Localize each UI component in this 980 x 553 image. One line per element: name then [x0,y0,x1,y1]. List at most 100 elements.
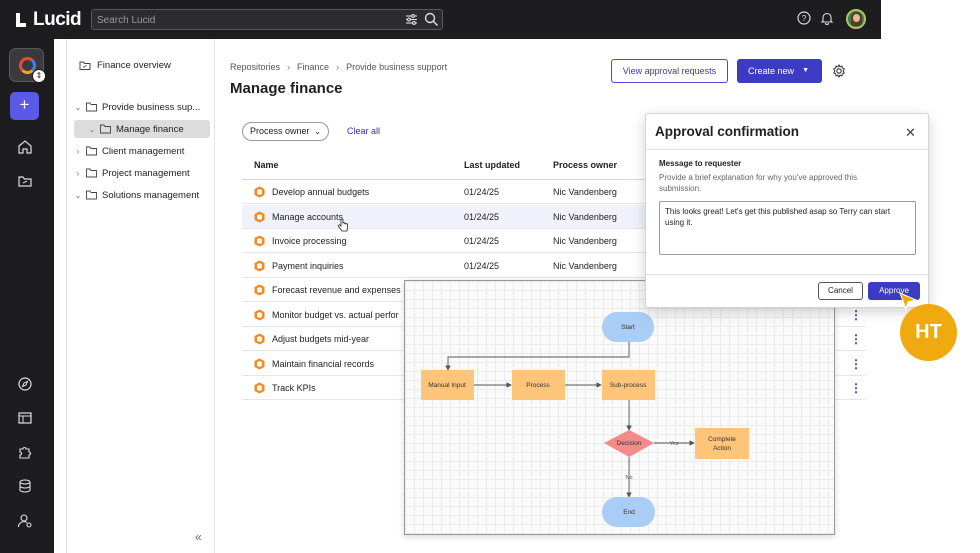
row-process-owner: Nic Vandenberg [553,211,617,222]
folder-icon [100,124,111,134]
process-hexagon-icon [254,235,265,247]
cancel-button[interactable]: Cancel [818,282,863,300]
manual-input-label: Manual Input [428,382,466,389]
puzzle-icon[interactable] [17,444,33,460]
search-bar[interactable] [91,9,443,30]
tree-item-client-management[interactable]: › Client management [67,142,215,160]
row-last-updated: 01/24/25 [464,187,500,197]
chevron-right-icon[interactable]: › [73,147,83,156]
complete-action-label-line1: Complete [708,436,736,443]
hand-cursor-icon [338,219,348,232]
flowchart-preview[interactable]: Start Manual Input Process Sub-process D… [404,280,835,535]
home-icon[interactable] [17,139,33,155]
process-label: Process [526,382,550,389]
compass-icon[interactable] [17,376,33,392]
switch-chevron-icon: ⇕ [32,69,46,83]
column-header-process-owner[interactable]: Process owner [553,160,617,170]
row-name[interactable]: Track KPIs [272,383,316,393]
chevron-down-icon[interactable]: ⌄ [73,191,83,200]
column-header-last-updated[interactable]: Last updated [464,160,520,170]
folder-icon [86,102,97,112]
database-icon[interactable] [17,478,33,494]
row-name[interactable]: Manage accounts [272,212,343,222]
folder-icon [86,168,97,178]
tree-item-label: Project management [102,167,190,179]
folder-icon [86,190,97,200]
complete-action-node[interactable] [695,428,749,459]
message-label: Message to requester [659,159,742,168]
breadcrumb-item[interactable]: Repositories [230,62,280,72]
tree-item-project-management[interactable]: › Project management [67,164,215,182]
create-plus-button[interactable]: + [10,92,39,120]
view-approval-requests-button[interactable]: View approval requests [611,59,728,83]
lucid-logo[interactable]: Lucid [14,9,82,31]
row-name[interactable]: Maintain financial records [272,359,374,369]
clear-all-link[interactable]: Clear all [347,126,380,136]
end-label: End [623,509,635,516]
message-help-text: Provide a brief explanation for why you'… [659,173,858,193]
chevron-down-icon[interactable]: ⌄ [87,125,97,134]
row-process-owner: Nic Vandenberg [553,236,617,246]
sidebar-title: Finance overview [97,59,171,71]
chevron-right-icon[interactable]: › [73,169,83,178]
process-hexagon-icon [254,211,265,222]
user-settings-icon[interactable] [17,513,33,529]
sidebar-header[interactable]: Finance overview [79,59,171,71]
folder-sidebar: Finance overview ⌄ Provide business sup.… [66,39,215,553]
user-avatar[interactable] [846,9,866,29]
complete-action-label-line2: Action [713,445,731,452]
app-switcher-button[interactable]: ⇕ [9,48,46,83]
tree-item-label: Manage finance [116,123,184,135]
row-name[interactable]: Monitor budget vs. actual perfor [272,310,399,320]
more-options-icon[interactable]: ⋮ [850,309,862,321]
row-process-owner: Nic Vandenberg [553,260,617,271]
folder-icon[interactable] [17,173,33,189]
sub-process-label: Sub-process [610,382,647,389]
more-options-icon[interactable]: ⋮ [850,382,862,394]
process-owner-filter[interactable]: Process owner ⌄ [242,122,329,141]
gear-icon[interactable] [832,64,846,78]
tree-item-provide-business-support[interactable]: ⌄ Provide business sup... [67,98,215,116]
row-name[interactable]: Payment inquiries [272,261,344,271]
collaborator-avatar: HT [900,304,957,361]
search-input[interactable] [97,12,397,28]
row-last-updated: 01/24/25 [464,211,500,222]
page-title: Manage finance [230,80,343,97]
template-icon[interactable] [17,410,33,426]
tree-item-solutions-management[interactable]: ⌄ Solutions management [67,186,215,204]
collapse-sidebar-icon[interactable]: « [195,530,202,544]
row-process-owner: Nic Vandenberg [553,187,617,197]
no-label: No [625,475,632,481]
more-options-icon[interactable]: ⋮ [850,333,862,345]
message-textarea[interactable]: This looks great! Let's get this publish… [659,201,916,255]
breadcrumb-item[interactable]: Finance [297,62,329,72]
breadcrumb-separator-icon: › [287,62,291,72]
tree-item-label: Provide business sup... [102,101,201,113]
row-name[interactable]: Invoice processing [272,236,347,246]
tree-item-manage-finance[interactable]: ⌄ Manage finance [74,120,210,138]
search-icon[interactable] [424,12,439,27]
filter-sliders-icon[interactable] [405,13,418,26]
filter-chip-label: Process owner [250,126,310,136]
process-hexagon-icon [254,358,265,369]
chevron-down-icon[interactable]: ⌄ [73,103,83,112]
row-last-updated: 01/24/25 [464,236,500,246]
row-name[interactable]: Adjust budgets mid-year [272,334,369,344]
close-icon[interactable]: ✕ [905,125,916,141]
help-icon[interactable]: ? [797,11,811,25]
more-options-icon[interactable]: ⋮ [850,358,862,370]
left-rail: ⇕ + [0,39,54,553]
column-header-name[interactable]: Name [254,160,279,170]
create-new-button[interactable]: Create new ▼ [737,59,822,83]
flowchart-canvas: Start Manual Input Process Sub-process D… [421,312,749,527]
decision-label: Decision [617,440,642,447]
process-hexagon-icon [254,309,265,320]
yes-label: Yes [670,441,679,447]
dialog-title: Approval confirmation [655,124,800,139]
row-name[interactable]: Forecast revenue and expenses [272,285,401,295]
row-name[interactable]: Develop annual budgets [272,187,369,197]
create-new-label: Create new [748,66,795,76]
breadcrumb-item[interactable]: Provide business support [346,62,447,72]
bell-icon[interactable] [820,11,834,25]
tree-item-label: Solutions management [102,189,200,201]
